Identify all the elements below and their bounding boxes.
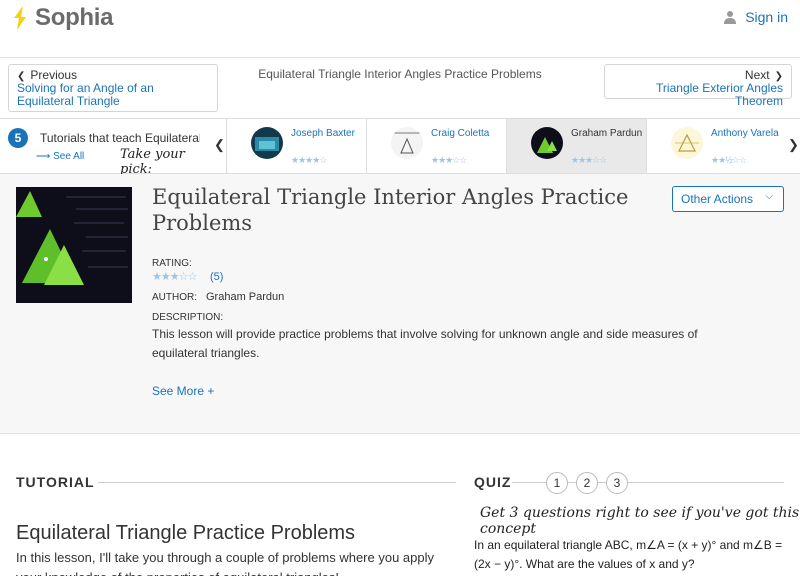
author-name: Joseph Baxter <box>291 128 355 139</box>
divider <box>98 482 456 483</box>
see-all-label: See All <box>53 151 85 162</box>
arrow-right-icon: ⟶ <box>36 151 54 162</box>
author-card-joseph-baxter[interactable]: Joseph Baxter ★★★★☆ <box>226 119 366 173</box>
quiz-question-number[interactable]: 3 <box>606 472 628 494</box>
site-header: Sophia Sign in <box>0 0 800 58</box>
next-label: Next <box>744 68 770 82</box>
next-lesson-button[interactable]: Next ❯ Triangle Exterior Angles Theorem <box>604 64 792 108</box>
user-icon <box>724 11 737 24</box>
lesson-info-panel: Equilateral Triangle Interior Angles Pra… <box>0 174 800 434</box>
tutorial-body: In this lesson, I'll take you through a … <box>16 550 434 576</box>
sophia-logo-icon <box>14 6 26 30</box>
rating-count[interactable]: (5) <box>210 271 223 283</box>
quiz-section-heading: QUIZ <box>474 474 512 490</box>
author-thumbnail <box>531 127 563 159</box>
lesson-thumbnail <box>16 187 132 303</box>
sign-in-label: Sign in <box>745 9 788 25</box>
quiz-question-number[interactable]: 1 <box>546 472 568 494</box>
previous-lesson-button[interactable]: ❮ Previous Solving for an Angle of an Equ… <box>8 64 218 112</box>
author-card-craig-coletta[interactable]: Craig Coletta ★★★☆☆ <box>366 119 506 173</box>
take-your-pick-label: Take your pick: <box>120 147 185 177</box>
quiz-question: In an equilateral triangle ABC, m∠A = (x… <box>474 538 783 571</box>
strip-scroll-left-icon[interactable]: ❮ <box>214 137 225 153</box>
chevron-down-icon: ⌵ <box>765 191 773 202</box>
quiz-question-number[interactable]: 2 <box>576 472 598 494</box>
previous-label: Previous <box>30 68 78 82</box>
author-name: Anthony Varela <box>711 128 779 139</box>
see-more-link[interactable]: See More + <box>152 384 214 398</box>
page-heading: Equilateral Triangle Interior Angles Pra… <box>258 67 542 81</box>
sign-in-link[interactable]: Sign in <box>723 9 788 25</box>
description-label: DESCRIPTION: <box>152 312 224 323</box>
author-name: Craig Coletta <box>431 128 490 139</box>
author-card-graham-pardun[interactable]: Graham Pardun ★★★☆☆ <box>506 119 646 173</box>
tutorial-count-badge: 5 <box>8 128 28 148</box>
tutorials-summary: 5 Tutorials that teach Equilateral Trian… <box>0 119 210 177</box>
tutorials-label: Tutorials that teach Equilateral Triangl… <box>40 131 200 145</box>
sophia-logo[interactable]: Sophia <box>10 4 114 32</box>
author-rating-stars: ★★★☆☆ <box>571 155 607 165</box>
author-name: Graham Pardun <box>571 128 643 139</box>
author-thumbnail <box>391 127 423 159</box>
tutorial-section-heading: TUTORIAL <box>16 474 95 490</box>
tutorials-strip: 5 Tutorials that teach Equilateral Trian… <box>0 118 800 177</box>
other-actions-dropdown[interactable]: Other Actions ⌵ <box>672 186 784 212</box>
author-rating-stars: ★★½☆☆ <box>711 155 747 165</box>
quiz-hint: Get 3 questions right to see if you've g… <box>480 505 800 537</box>
brand-name: Sophia <box>35 4 114 31</box>
description-text: This lesson will provide practice proble… <box>152 327 698 360</box>
strip-scroll-right-icon[interactable]: ❯ <box>788 137 799 153</box>
next-direction: Next ❯ <box>613 68 783 82</box>
author-value: Graham Pardun <box>206 291 285 303</box>
author-label: AUTHOR: <box>152 292 197 303</box>
author-thumbnail <box>251 127 283 159</box>
rating-stars[interactable]: ★★★☆☆ <box>152 270 197 283</box>
other-actions-label: Other Actions <box>681 192 754 206</box>
see-all-link[interactable]: ⟶ See All <box>36 151 84 162</box>
author-thumbnail <box>671 127 703 159</box>
author-card-anthony-varela[interactable]: Anthony Varela ★★½☆☆ <box>646 119 786 173</box>
next-lesson-link[interactable]: Triangle Exterior Angles Theorem <box>613 82 783 108</box>
previous-lesson-link[interactable]: Solving for an Angle of an Equilateral T… <box>17 82 209 108</box>
author-rating-stars: ★★★☆☆ <box>431 155 467 165</box>
author-rating-stars: ★★★★☆ <box>291 155 327 165</box>
tutorial-title: Equilateral Triangle Practice Problems <box>16 522 356 544</box>
rating-label: RATING: <box>152 258 192 269</box>
divider <box>632 482 784 483</box>
lesson-title: Equilateral Triangle Interior Angles Pra… <box>152 185 629 235</box>
previous-direction: ❮ Previous <box>17 68 209 82</box>
